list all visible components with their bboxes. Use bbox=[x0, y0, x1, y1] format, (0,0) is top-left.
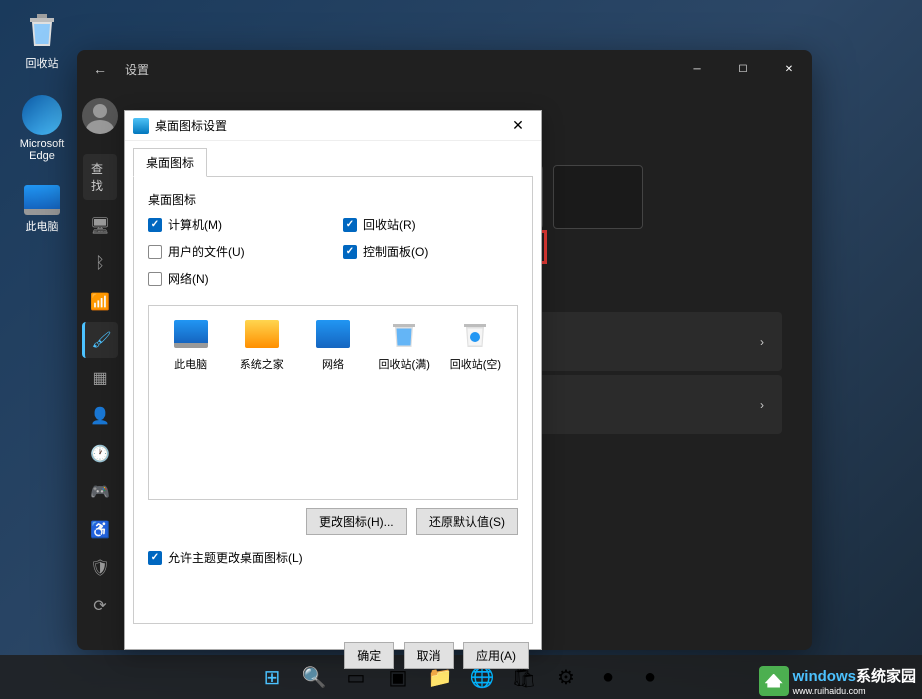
checkbox-icon bbox=[343, 245, 357, 259]
preview-label: 此电脑 bbox=[174, 359, 207, 371]
dialog-titlebar[interactable]: 桌面图标设置 ✕ bbox=[125, 111, 541, 141]
close-button[interactable]: ✕ bbox=[766, 50, 812, 88]
desktop-edge[interactable]: Microsoft Edge bbox=[12, 95, 72, 162]
dialog-title-icon bbox=[133, 118, 149, 134]
preview-label: 网络 bbox=[322, 359, 344, 371]
preview-label: 系统之家 bbox=[240, 359, 284, 371]
dialog-content: 桌面图标 计算机(M) 回收站(R) 用户的文件(U) 控制面板(O) 网络(N… bbox=[133, 176, 533, 624]
dialog-tab[interactable]: 桌面图标 bbox=[133, 148, 207, 177]
ok-button[interactable]: 确定 bbox=[344, 642, 394, 669]
checkbox-label: 计算机(M) bbox=[168, 216, 222, 233]
restore-default-button[interactable]: 还原默认值(S) bbox=[416, 508, 518, 535]
watermark: windows系统家园 www.ruihaidu.com bbox=[759, 665, 916, 696]
accessibility-icon[interactable]: ♿ bbox=[82, 512, 118, 548]
network-icon[interactable]: 📶 bbox=[82, 284, 118, 320]
taskbar-app-icon[interactable]: ● bbox=[590, 659, 626, 695]
preview-system-home[interactable]: 系统之家 bbox=[230, 316, 293, 372]
desktop-recycle-bin[interactable]: 回收站 bbox=[12, 8, 72, 71]
taskbar-app-icon[interactable]: ● bbox=[632, 659, 668, 695]
apps-icon[interactable]: ▦ bbox=[82, 360, 118, 396]
monitor-icon bbox=[174, 320, 208, 348]
preview-recycle-full[interactable]: 回收站(满) bbox=[373, 316, 436, 372]
preview-network[interactable]: 网络 bbox=[301, 316, 364, 372]
theme-thumb[interactable] bbox=[553, 165, 643, 229]
settings-sidebar: 查找 🖥 ᛒ 📶 🖌 ▦ 👤 🕐 🎮 ♿ 🛡 ⟳ bbox=[77, 88, 123, 650]
network-icon bbox=[316, 320, 350, 348]
change-icon-button[interactable]: 更改图标(H)... bbox=[306, 508, 407, 535]
chevron-right-icon: › bbox=[760, 335, 764, 349]
search-button[interactable]: 查找 bbox=[83, 154, 117, 200]
preview-label: 回收站(满) bbox=[379, 359, 430, 371]
personalization-icon[interactable]: 🖌 bbox=[82, 322, 118, 358]
desktop-icon-label: 回收站 bbox=[26, 58, 59, 70]
watermark-house-icon bbox=[759, 666, 789, 696]
recycle-bin-icon bbox=[20, 8, 64, 52]
edge-icon bbox=[22, 95, 62, 135]
checkbox-icon bbox=[343, 218, 357, 232]
desktop-icon-label: Microsoft Edge bbox=[20, 138, 65, 162]
watermark-brand: windows bbox=[793, 668, 856, 685]
checkbox-recycle-bin[interactable]: 回收站(R) bbox=[343, 216, 518, 233]
preview-this-pc[interactable]: 此电脑 bbox=[159, 316, 222, 372]
checkbox-network[interactable]: 网络(N) bbox=[148, 270, 323, 287]
maximize-button[interactable]: ☐ bbox=[720, 50, 766, 88]
checkbox-label: 允许主题更改桌面图标(L) bbox=[168, 549, 303, 566]
folder-icon bbox=[245, 320, 279, 348]
apply-button[interactable]: 应用(A) bbox=[463, 642, 529, 669]
dialog-title: 桌面图标设置 bbox=[155, 117, 503, 134]
preview-label: 回收站(空) bbox=[450, 359, 501, 371]
checkbox-icon bbox=[148, 272, 162, 286]
cancel-button[interactable]: 取消 bbox=[404, 642, 454, 669]
preview-recycle-empty[interactable]: 回收站(空) bbox=[444, 316, 507, 372]
gaming-icon[interactable]: 🎮 bbox=[82, 474, 118, 510]
desktop-icon-label: 此电脑 bbox=[26, 221, 59, 233]
icon-preview-box: 此电脑 系统之家 网络 回收站(满) 回收站(空) bbox=[148, 305, 518, 500]
checkbox-label: 回收站(R) bbox=[363, 216, 416, 233]
watermark-text: 系统家园 bbox=[856, 668, 916, 685]
recycle-bin-empty-icon bbox=[457, 316, 493, 352]
watermark-url: www.ruihaidu.com bbox=[793, 686, 916, 696]
checkbox-label: 网络(N) bbox=[168, 270, 209, 287]
minimize-button[interactable]: ─ bbox=[674, 50, 720, 88]
checkbox-computer[interactable]: 计算机(M) bbox=[148, 216, 323, 233]
monitor-icon bbox=[24, 185, 60, 215]
dialog-close-button[interactable]: ✕ bbox=[503, 117, 533, 134]
privacy-icon[interactable]: 🛡 bbox=[82, 550, 118, 586]
checkbox-control-panel[interactable]: 控制面板(O) bbox=[343, 243, 518, 260]
time-icon[interactable]: 🕐 bbox=[82, 436, 118, 472]
update-icon[interactable]: ⟳ bbox=[82, 588, 118, 624]
checkbox-label: 用户的文件(U) bbox=[168, 243, 245, 260]
bluetooth-icon[interactable]: ᛒ bbox=[82, 246, 118, 282]
user-avatar[interactable] bbox=[82, 98, 118, 134]
desktop-this-pc[interactable]: 此电脑 bbox=[12, 185, 72, 234]
chevron-right-icon: › bbox=[760, 398, 764, 412]
checkbox-icon bbox=[148, 551, 162, 565]
settings-title: 设置 bbox=[125, 61, 149, 78]
checkbox-user-files[interactable]: 用户的文件(U) bbox=[148, 243, 323, 260]
system-icon[interactable]: 🖥 bbox=[82, 208, 118, 244]
group-label: 桌面图标 bbox=[148, 191, 518, 208]
checkbox-allow-theme[interactable]: 允许主题更改桌面图标(L) bbox=[148, 549, 518, 566]
desktop-icon-settings-dialog: 桌面图标设置 ✕ 桌面图标 桌面图标 计算机(M) 回收站(R) 用户的文件(U… bbox=[124, 110, 542, 650]
accounts-icon[interactable]: 👤 bbox=[82, 398, 118, 434]
taskbar-app-icon[interactable]: ⚙ bbox=[548, 659, 584, 695]
recycle-bin-full-icon bbox=[386, 316, 422, 352]
checkbox-label: 控制面板(O) bbox=[363, 243, 428, 260]
checkbox-icon bbox=[148, 218, 162, 232]
settings-titlebar[interactable]: ← 设置 ─ ☐ ✕ bbox=[77, 50, 812, 88]
back-button[interactable]: ← bbox=[85, 61, 115, 77]
checkbox-icon bbox=[148, 245, 162, 259]
